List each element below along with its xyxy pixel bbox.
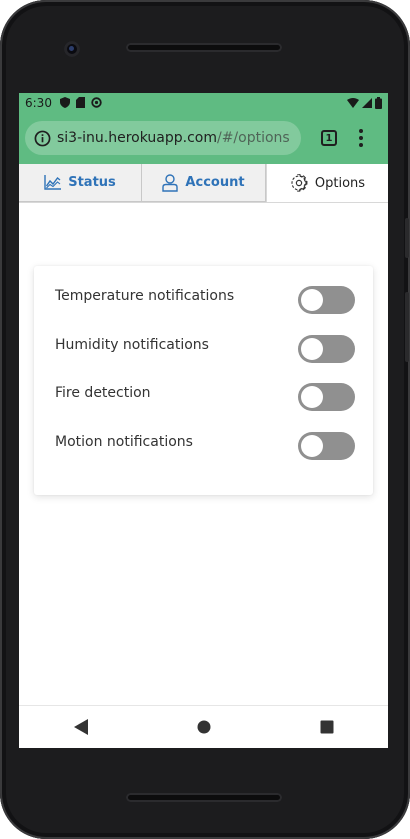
tab-account[interactable]: Account	[142, 164, 266, 202]
toggle-knob	[301, 434, 323, 457]
tab-switcher-button[interactable]: 1	[321, 130, 337, 146]
options-card: Temperature notifications Humidity notif…	[34, 266, 373, 495]
toggle-knob	[301, 386, 323, 409]
address-bar[interactable]: si3-inu.herokuapp.com/#/options	[25, 121, 301, 155]
setting-row-humidity: Humidity notifications	[55, 325, 355, 374]
status-time: 6:30	[25, 95, 52, 110]
volume-button	[405, 292, 409, 362]
toggle-knob	[301, 289, 323, 312]
tab-status-label: Status	[68, 175, 116, 190]
menu-dot	[359, 129, 363, 133]
fire-detection-toggle[interactable]	[298, 383, 355, 412]
gear-icon	[291, 174, 308, 192]
info-icon[interactable]	[34, 130, 51, 147]
home-button[interactable]	[184, 707, 224, 747]
earpiece-speaker	[126, 43, 282, 52]
shield-icon	[59, 97, 70, 108]
app-tab-bar: Status Account Options	[19, 164, 388, 203]
recents-icon	[320, 720, 333, 734]
setting-row-temperature: Temperature notifications	[55, 276, 355, 325]
url-path: /#/options	[216, 130, 290, 146]
back-icon	[73, 719, 88, 735]
home-icon	[197, 720, 210, 734]
setting-row-motion: Motion notifications	[55, 422, 355, 471]
tab-account-label: Account	[185, 175, 245, 190]
power-button	[405, 218, 409, 258]
chart-icon	[44, 175, 62, 190]
setting-row-fire: Fire detection	[55, 373, 355, 422]
browser-toolbar: si3-inu.herokuapp.com/#/options 1	[19, 112, 388, 164]
phone-frame: 6:30 si3-inu.herokuapp.com/#/options 1 S…	[0, 0, 410, 839]
tab-options-label: Options	[314, 175, 366, 191]
front-camera	[64, 41, 80, 57]
sim-card-icon	[75, 97, 85, 108]
signal-icon	[362, 97, 372, 108]
tab-options[interactable]: Options	[266, 164, 388, 202]
system-nav-bar	[19, 705, 388, 748]
recents-button[interactable]	[307, 707, 347, 747]
setting-label: Temperature notifications	[55, 288, 235, 305]
status-bar: 6:30	[19, 93, 388, 112]
menu-dot	[359, 136, 363, 140]
toggle-knob	[301, 337, 323, 360]
menu-dot	[359, 143, 363, 147]
bottom-speaker	[126, 793, 282, 802]
tab-status[interactable]: Status	[19, 164, 142, 202]
humidity-notifications-toggle[interactable]	[298, 334, 355, 363]
user-icon	[162, 173, 179, 192]
browser-menu-button[interactable]	[359, 129, 363, 147]
screen: 6:30 si3-inu.herokuapp.com/#/options 1 S…	[19, 93, 388, 748]
setting-label: Humidity notifications	[55, 336, 209, 353]
motion-notifications-toggle[interactable]	[298, 431, 355, 460]
wifi-icon	[347, 97, 359, 108]
setting-label: Fire detection	[55, 385, 151, 402]
temperature-notifications-toggle[interactable]	[298, 286, 355, 315]
url-host: si3-inu.herokuapp.com	[57, 130, 217, 146]
setting-label: Motion notifications	[55, 433, 193, 450]
sync-icon	[91, 97, 102, 108]
back-button[interactable]	[61, 707, 101, 747]
battery-icon	[375, 96, 382, 109]
